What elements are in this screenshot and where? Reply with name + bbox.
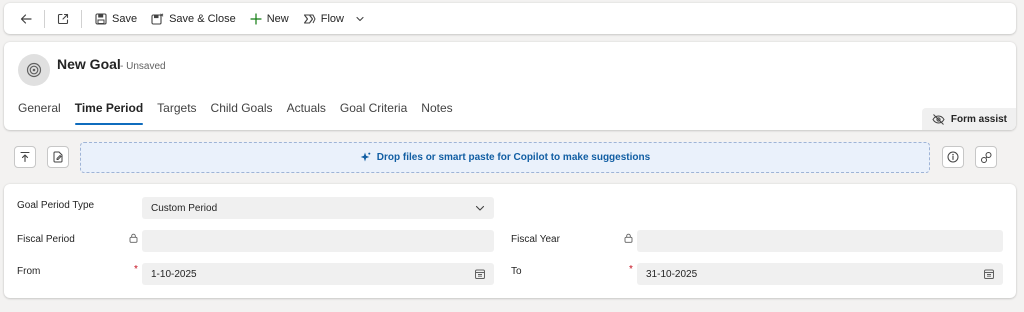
tab-list: General Time Period Targets Child Goals …: [18, 101, 467, 125]
divider: [44, 9, 45, 28]
document-edit-button[interactable]: [47, 146, 69, 168]
lock-icon: [624, 233, 633, 243]
dropzone-text: Drop files or smart paste for Copilot to…: [376, 152, 651, 163]
save-label: Save: [112, 12, 138, 25]
required-indicator: *: [629, 264, 633, 275]
save-button[interactable]: Save: [88, 7, 144, 31]
to-date-value: 31-10-2025: [646, 268, 698, 280]
chevron-down-icon: [356, 16, 364, 21]
tab-general[interactable]: General: [18, 101, 61, 121]
to-date-input[interactable]: 31-10-2025: [637, 263, 1003, 285]
sparkle-icon: [360, 152, 371, 162]
fiscal-period-label: Fiscal Period: [17, 234, 75, 245]
settings-sparkle-icon: [980, 151, 991, 163]
calendar-icon[interactable]: [983, 268, 995, 280]
save-icon: [95, 12, 107, 25]
save-and-close-button[interactable]: Save & Close: [144, 7, 243, 31]
form-assist-button[interactable]: Form assist: [921, 108, 1016, 130]
info-icon: [947, 151, 959, 163]
command-bar: Save Save & Close New Flow: [4, 3, 1016, 34]
goal-period-type-label: Goal Period Type: [17, 200, 95, 211]
tab-actuals[interactable]: Actuals: [287, 101, 326, 121]
record-header: New Goal - Unsaved General Time Period T…: [4, 42, 1016, 130]
document-edit-icon: [53, 151, 63, 163]
arrow-up-to-line-icon: [20, 151, 30, 163]
tab-child-goals[interactable]: Child Goals: [211, 101, 273, 121]
tab-targets[interactable]: Targets: [157, 101, 196, 121]
plus-icon: [250, 12, 262, 25]
required-indicator: *: [134, 264, 138, 275]
to-label: To: [511, 266, 522, 277]
new-button[interactable]: New: [243, 7, 296, 31]
copilot-dropzone[interactable]: Drop files or smart paste for Copilot to…: [80, 142, 930, 173]
from-date-input[interactable]: 1-10-2025: [142, 263, 494, 285]
calendar-icon[interactable]: [474, 268, 486, 280]
from-date-value: 1-10-2025: [151, 268, 197, 280]
time-period-section: Goal Period Type Custom Period Fiscal Pe…: [4, 184, 1016, 298]
divider: [81, 9, 82, 28]
collapse-up-button[interactable]: [14, 146, 36, 168]
flow-icon: [303, 13, 316, 24]
flow-button[interactable]: Flow: [296, 7, 372, 31]
tab-goal-criteria[interactable]: Goal Criteria: [340, 101, 407, 121]
tab-notes[interactable]: Notes: [421, 101, 452, 121]
eye-off-icon: [932, 113, 945, 125]
flow-label: Flow: [320, 12, 344, 25]
copilot-settings-button[interactable]: [975, 146, 997, 168]
back-arrow-icon[interactable]: [14, 7, 38, 31]
save-close-icon: [151, 12, 164, 25]
goal-target-icon: [18, 54, 50, 86]
from-label: From: [17, 266, 41, 277]
info-button[interactable]: [942, 146, 964, 168]
fiscal-year-field: [637, 230, 1003, 252]
save-status: - Unsaved: [120, 61, 166, 72]
goal-period-type-select[interactable]: Custom Period: [142, 197, 494, 219]
page-title: New Goal: [57, 56, 121, 72]
save-close-label: Save & Close: [169, 12, 236, 25]
goal-period-type-value: Custom Period: [151, 202, 218, 214]
tab-time-period[interactable]: Time Period: [74, 101, 144, 125]
open-in-new-window-icon[interactable]: [51, 7, 75, 31]
chevron-down-icon: [475, 205, 485, 211]
fiscal-year-label: Fiscal Year: [511, 234, 560, 245]
fiscal-period-field: [142, 230, 494, 252]
new-label: New: [266, 12, 289, 25]
form-assist-label: Form assist: [950, 113, 1007, 125]
lock-icon: [129, 233, 138, 243]
